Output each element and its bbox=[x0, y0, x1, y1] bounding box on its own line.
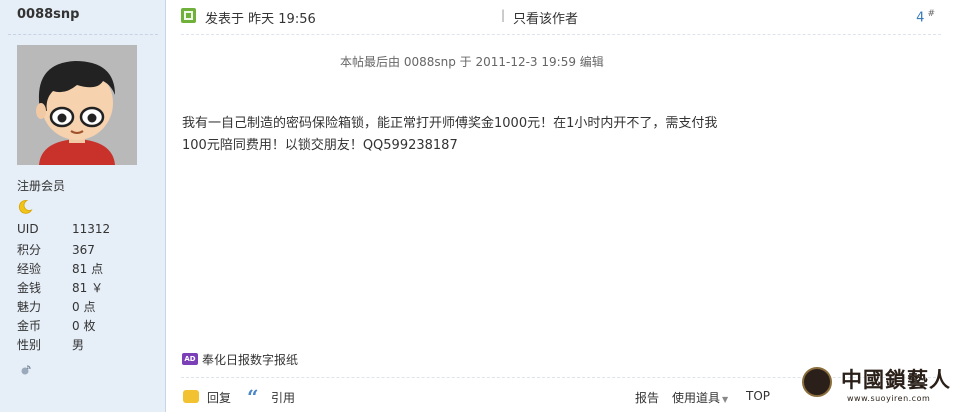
avatar-illustration bbox=[17, 45, 137, 165]
user-group[interactable]: 注册会员 bbox=[17, 177, 65, 194]
stat-label: 金钱 bbox=[17, 281, 42, 295]
floor-mark: # bbox=[927, 9, 935, 19]
stat-label: 积分 bbox=[17, 243, 42, 257]
stat-row-gender: 性别 男 bbox=[17, 336, 110, 355]
posted-time: 发表于 昨天 19:56 bbox=[205, 8, 316, 27]
stat-value: 男 bbox=[72, 338, 85, 352]
quote-icon[interactable]: “ bbox=[247, 385, 259, 409]
edit-note: 本帖最后由 0088snp 于 2011-12-3 19:59 编辑 bbox=[340, 55, 604, 69]
floor-number-value: 4 bbox=[916, 10, 925, 26]
stat-label: 性别 bbox=[17, 338, 42, 352]
post-content-line: 100元陪同费用！以锁交朋友！QQ599238187 bbox=[182, 138, 458, 153]
only-author-link[interactable]: 只看该作者 bbox=[513, 8, 578, 27]
stat-row-experience: 经验 81 点 bbox=[17, 260, 110, 279]
crescent-moon-icon bbox=[17, 199, 33, 215]
user-stats: UID 11312 积分 367 经验 81 点 金钱 81 ￥ 魅力 0 点 金币 0 枚… bbox=[17, 222, 110, 355]
reply-icon[interactable] bbox=[183, 390, 199, 403]
author-username[interactable]: 0088snp bbox=[17, 7, 79, 22]
stat-value: 367 bbox=[72, 243, 95, 257]
stat-row-points: 积分 367 bbox=[17, 241, 110, 260]
use-tools-label: 使用道具 bbox=[672, 391, 721, 405]
stat-value: 0 枚 bbox=[72, 319, 96, 333]
stat-value: 81 点 bbox=[72, 262, 104, 276]
post-content-line: 我有一自己制造的密码保险箱锁，能正常打开师傅奖金1000元！在1小时内开不了，需… bbox=[182, 116, 718, 131]
top-button[interactable]: TOP bbox=[746, 389, 770, 403]
site-watermark: 中國鎖藝人 www.suoyiren.com bbox=[799, 362, 954, 412]
watermark-url: www.suoyiren.com bbox=[847, 394, 931, 403]
posted-prefix: 发表于 bbox=[205, 12, 245, 27]
post-header: 发表于 昨天 19:56 | 只看该作者 4 # bbox=[181, 7, 941, 27]
stat-row-charm: 魅力 0 点 bbox=[17, 298, 110, 317]
ad-link[interactable]: 奉化日报数字报纸 bbox=[202, 351, 298, 368]
watermark-title: 中國鎖藝人 bbox=[841, 367, 951, 392]
posted-time-value: 昨天 19:56 bbox=[248, 12, 316, 27]
stat-label: 魅力 bbox=[17, 300, 42, 314]
post-icon bbox=[181, 8, 196, 23]
stat-label: 金币 bbox=[17, 319, 42, 333]
stat-row-money: 金钱 81 ￥ bbox=[17, 279, 110, 298]
sidebar-divider bbox=[8, 34, 158, 35]
author-sidebar: 0088snp 注册会员 UID 11312 积分 367 经验 81 点 金钱… bbox=[0, 0, 166, 412]
stat-value: 81 ￥ bbox=[72, 281, 104, 295]
stat-row-uid: UID 11312 bbox=[17, 222, 110, 241]
stat-value: 0 点 bbox=[72, 300, 96, 314]
report-button[interactable]: 报告 bbox=[635, 389, 659, 406]
header-divider bbox=[181, 34, 941, 35]
stat-value: 11312 bbox=[72, 222, 111, 236]
satellite-icon[interactable] bbox=[20, 361, 32, 375]
stat-row-gold: 金币 0 枚 bbox=[17, 317, 110, 336]
header-separator: | bbox=[501, 8, 506, 22]
seal-logo-icon bbox=[802, 367, 832, 397]
quote-button[interactable]: 引用 bbox=[271, 389, 295, 406]
use-tools-menu[interactable]: 使用道具 ▼ bbox=[672, 389, 728, 406]
post-content: 我有一自己制造的密码保险箱锁，能正常打开师傅奖金1000元！在1小时内开不了，需… bbox=[182, 113, 782, 157]
chevron-down-icon: ▼ bbox=[722, 395, 729, 404]
stat-label: 经验 bbox=[17, 262, 42, 276]
ad-icon: AD bbox=[182, 353, 198, 365]
reply-button[interactable]: 回复 bbox=[207, 389, 231, 406]
stat-label: UID bbox=[17, 222, 39, 236]
floor-number[interactable]: 4 # bbox=[916, 9, 935, 25]
avatar[interactable] bbox=[17, 45, 137, 165]
